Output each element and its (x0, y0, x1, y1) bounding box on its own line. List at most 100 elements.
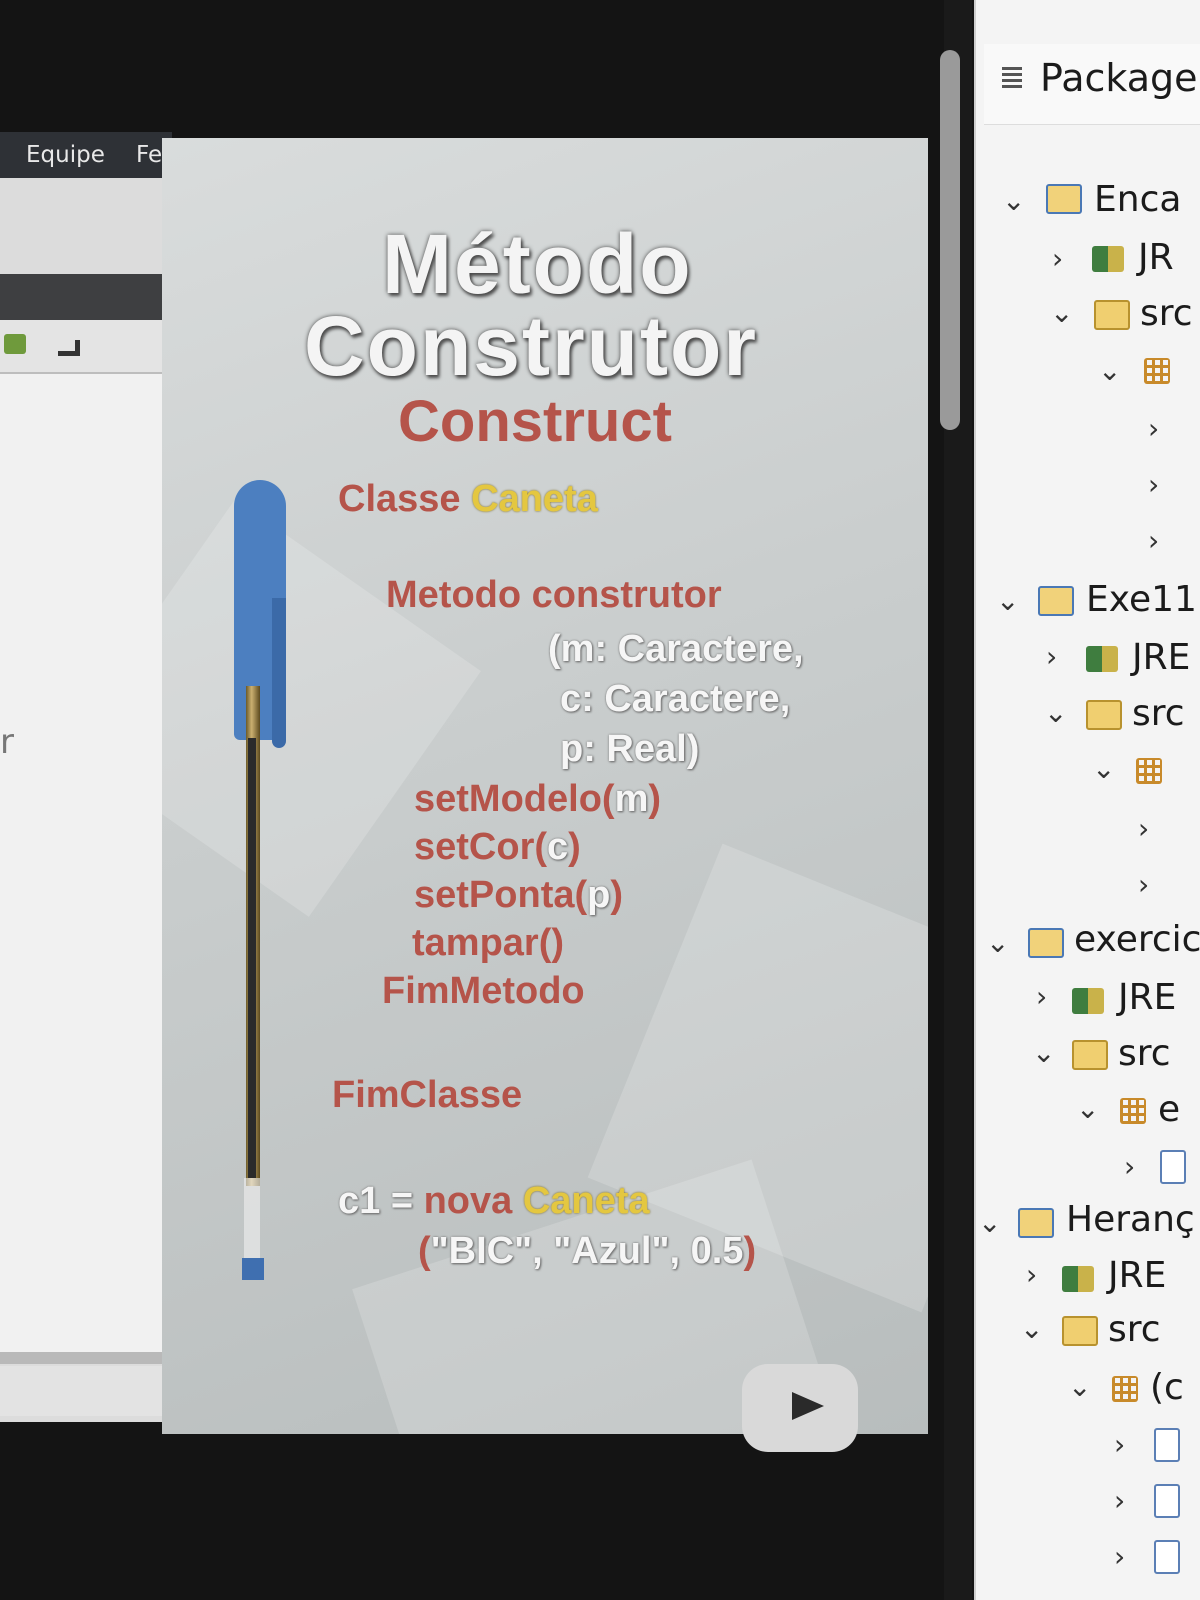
chevron-right-icon[interactable]: › (1046, 640, 1057, 673)
chevron-right-icon[interactable]: › (1148, 412, 1159, 445)
pen-ink-illustration (248, 738, 256, 1178)
tree-item-src[interactable]: src (1108, 1308, 1161, 1352)
chevron-down-icon[interactable]: ⌄ (996, 584, 1019, 617)
chevron-down-icon[interactable]: ⌄ (978, 1206, 1001, 1239)
chevron-right-icon[interactable]: › (1114, 1484, 1125, 1517)
chevron-down-icon[interactable]: ⌄ (1020, 1312, 1043, 1345)
menu-item-fe[interactable]: Fe (136, 132, 162, 178)
chevron-right-icon[interactable]: › (1148, 524, 1159, 557)
slide-subtitle: Construct (398, 389, 672, 454)
chevron-down-icon[interactable]: ⌄ (1044, 696, 1067, 729)
library-icon (1092, 246, 1124, 272)
argument: p (587, 874, 611, 916)
editor-area[interactable] (0, 374, 170, 1354)
function-call: setModelo( (414, 778, 615, 820)
chevron-down-icon[interactable]: ⌄ (1092, 752, 1115, 785)
java-file-icon (1154, 1428, 1180, 1462)
chevron-down-icon[interactable]: ⌄ (1002, 184, 1025, 217)
source-folder-icon (1062, 1316, 1098, 1346)
pen-clip-illustration (272, 598, 286, 748)
tree-item-jre[interactable]: JRE (1118, 976, 1176, 1020)
project-folder-icon (1046, 184, 1082, 214)
tree-item-src[interactable]: src (1140, 292, 1193, 336)
code-line-metodo: Metodo construtor (386, 574, 722, 616)
code-line-setponta: setPonta(p) (414, 874, 623, 917)
package-icon[interactable] (4, 334, 26, 354)
package-icon (1144, 358, 1170, 384)
code-line-setcor: setCor(c) (414, 826, 581, 869)
tree-item-package[interactable]: (c (1150, 1366, 1184, 1410)
source-folder-icon (1086, 700, 1122, 730)
project-folder-icon (1038, 586, 1074, 616)
chevron-down-icon[interactable]: ⌄ (1098, 354, 1121, 387)
pen-end-illustration (242, 1258, 264, 1280)
tree-item-src[interactable]: src (1118, 1032, 1171, 1076)
paren: ) (648, 778, 662, 820)
chevron-right-icon[interactable]: › (1026, 1258, 1037, 1291)
java-file-icon (1160, 1150, 1186, 1184)
keyword: Classe (338, 478, 461, 520)
minimize-icon[interactable] (58, 340, 80, 356)
code-line-instantiation: c1 = nova Caneta (338, 1180, 650, 1223)
paren: ) (743, 1230, 757, 1272)
function-call: setPonta( (414, 874, 588, 916)
chevron-right-icon[interactable]: › (1114, 1428, 1125, 1461)
function-call: setCor( (414, 826, 548, 868)
tree-item-project[interactable]: Heranç (1066, 1198, 1195, 1242)
chevron-right-icon[interactable]: › (1124, 1150, 1135, 1183)
argument-list: "BIC", "Azul", 0.5 (430, 1230, 744, 1272)
chevron-down-icon[interactable]: ⌄ (1032, 1036, 1055, 1069)
code-line-param-2: c: Caractere, (560, 678, 791, 720)
chevron-down-icon[interactable]: ⌄ (986, 926, 1009, 959)
pen-tube-illustration (244, 1178, 260, 1268)
bottom-panel (0, 1366, 170, 1416)
code-line-fimmetodo: FimMetodo (382, 970, 585, 1012)
project-folder-icon (1018, 1208, 1054, 1238)
explorer-title[interactable]: Package (1040, 56, 1198, 100)
slide-title-line-2: Construtor (304, 299, 758, 393)
argument: c (547, 826, 569, 868)
source-folder-icon (1094, 300, 1130, 330)
argument: m (614, 778, 649, 820)
chevron-right-icon[interactable]: › (1148, 468, 1159, 501)
video-player[interactable]: Método Construtor Construct Classe Canet… (162, 138, 928, 1434)
menu-item-equipe[interactable]: Equipe (26, 132, 105, 178)
tree-item-project[interactable]: exercic (1074, 918, 1200, 962)
chevron-right-icon[interactable]: › (1138, 868, 1149, 901)
vertical-scrollbar[interactable] (940, 50, 960, 430)
library-icon (1072, 988, 1104, 1014)
chevron-right-icon[interactable]: › (1052, 242, 1063, 275)
tree-item-jre[interactable]: JRE (1132, 636, 1190, 680)
class-name: Caneta (471, 478, 598, 520)
project-folder-icon (1028, 928, 1064, 958)
tree-item-jre[interactable]: JRE (1108, 1254, 1166, 1298)
play-icon[interactable] (792, 1392, 824, 1420)
tree-item-project[interactable]: Enca (1094, 178, 1181, 222)
chevron-down-icon[interactable]: ⌄ (1050, 296, 1073, 329)
code-line-tampar: tampar() (412, 922, 565, 964)
paren: ) (568, 826, 581, 868)
java-file-icon (1154, 1484, 1180, 1518)
library-icon (1062, 1266, 1094, 1292)
package-icon (1120, 1098, 1146, 1124)
java-file-icon (1154, 1540, 1180, 1574)
editor-tab-bar (0, 274, 170, 320)
library-icon (1086, 646, 1118, 672)
tree-item-project[interactable]: Exe11 (1086, 578, 1197, 622)
editor-text-fragment: r (0, 722, 14, 762)
paren: ( (418, 1230, 431, 1272)
chevron-right-icon[interactable]: › (1036, 980, 1047, 1013)
chevron-right-icon[interactable]: › (1138, 812, 1149, 845)
horizontal-scrollbar[interactable] (0, 1352, 165, 1364)
class-name: Caneta (522, 1180, 650, 1222)
package-icon (1112, 1376, 1138, 1402)
keyword: nova (423, 1180, 513, 1222)
chevron-down-icon[interactable]: ⌄ (1068, 1370, 1091, 1403)
code-line-setmodelo: setModelo(m) (414, 778, 661, 821)
chevron-right-icon[interactable]: › (1114, 1540, 1125, 1573)
tree-item-jre[interactable]: JR (1138, 236, 1174, 280)
chevron-down-icon[interactable]: ⌄ (1076, 1092, 1099, 1125)
tree-item-src[interactable]: src (1132, 692, 1185, 736)
paren: ) (610, 874, 624, 916)
tree-item-package[interactable]: e (1158, 1088, 1180, 1132)
